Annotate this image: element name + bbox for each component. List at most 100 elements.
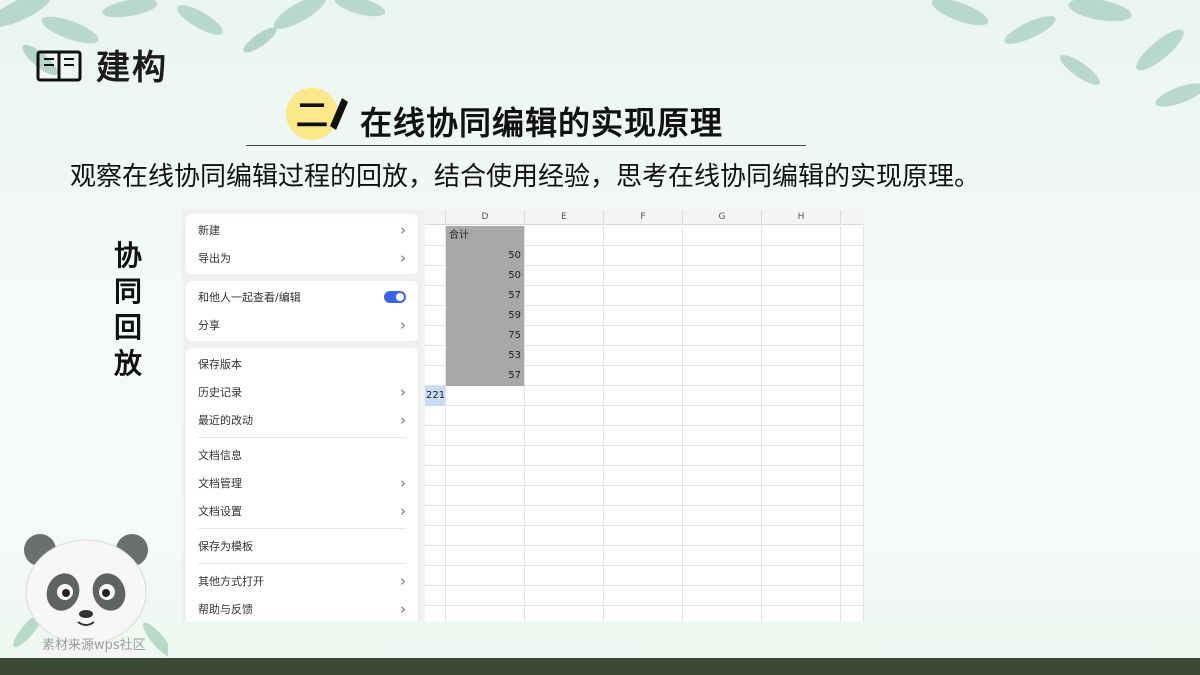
sheet-cell[interactable] [762,266,841,286]
menu-item-recent-changes[interactable]: 最近的改动 › [198,406,406,434]
sheet-cell[interactable] [446,386,525,406]
sheet-cell[interactable] [683,426,762,446]
sheet-cell[interactable] [525,506,604,526]
sheet-cell[interactable]: 75 [446,326,525,346]
sheet-cell[interactable] [841,566,864,586]
column-header-g[interactable]: G [683,210,762,225]
sheet-cell[interactable] [525,606,604,622]
sheet-cell[interactable] [762,486,841,506]
spreadsheet-grid[interactable]: D E F G H 合计 50 50 57 59 75 53 57 221 [425,210,864,622]
column-header-h[interactable]: H [762,210,841,225]
sheet-cell[interactable] [425,466,446,486]
sheet-cell[interactable] [525,386,604,406]
sheet-cell[interactable] [841,326,864,346]
sheet-cell[interactable]: 59 [446,306,525,326]
sheet-cell[interactable] [604,386,683,406]
sheet-cell[interactable] [762,406,841,426]
sheet-cell[interactable] [841,486,864,506]
sheet-cell[interactable] [604,526,683,546]
sheet-cell[interactable] [683,546,762,566]
sheet-cell[interactable] [446,606,525,622]
sheet-cell[interactable] [425,446,446,466]
sheet-cell[interactable] [841,346,864,366]
column-header-f[interactable]: F [604,210,683,225]
sheet-cell[interactable] [525,246,604,266]
sheet-cell[interactable] [762,426,841,446]
menu-item-share[interactable]: 分享 › [198,311,406,339]
sheet-cell[interactable] [604,546,683,566]
sheet-cell[interactable] [525,306,604,326]
sheet-cell[interactable]: 57 [446,366,525,386]
sheet-cell[interactable] [425,286,446,306]
sheet-cell[interactable] [841,446,864,466]
sheet-cell[interactable] [425,366,446,386]
menu-item-doc-manage[interactable]: 文档管理 › [198,469,406,497]
sheet-cell[interactable] [604,246,683,266]
sheet-cell[interactable] [683,226,762,246]
sheet-cell[interactable] [841,286,864,306]
sheet-cell[interactable] [762,226,841,246]
sheet-cell[interactable] [762,386,841,406]
sheet-cell[interactable] [604,566,683,586]
sheet-cell[interactable] [604,406,683,426]
sheet-cell[interactable] [683,266,762,286]
sheet-cell[interactable] [525,426,604,446]
sheet-cell[interactable] [425,226,446,246]
sheet-cell[interactable] [604,306,683,326]
sheet-cell[interactable]: 合计 [446,226,525,246]
sheet-cell[interactable] [446,466,525,486]
selected-cell[interactable]: 221 [425,386,446,406]
sheet-cell[interactable] [683,566,762,586]
sheet-cell[interactable] [425,426,446,446]
menu-item-export[interactable]: 导出为 › [198,244,406,272]
sheet-cell[interactable] [762,286,841,306]
sheet-cell[interactable] [841,246,864,266]
sheet-cell[interactable] [525,466,604,486]
sheet-cell[interactable] [425,566,446,586]
sheet-cell[interactable] [762,526,841,546]
sheet-cell[interactable] [446,426,525,446]
sheet-cell[interactable] [425,526,446,546]
sheet-cell[interactable] [425,306,446,326]
sheet-cell[interactable] [683,286,762,306]
sheet-cell[interactable] [604,426,683,446]
sheet-cell[interactable] [525,226,604,246]
sheet-cell[interactable] [762,446,841,466]
sheet-cell[interactable] [762,346,841,366]
sheet-cell[interactable] [604,286,683,306]
sheet-cell[interactable] [525,326,604,346]
sheet-cell[interactable] [683,466,762,486]
sheet-cell[interactable] [425,506,446,526]
sheet-cell[interactable] [841,546,864,566]
sheet-cell[interactable] [525,286,604,306]
sheet-cell[interactable] [525,526,604,546]
sheet-cell[interactable] [841,366,864,386]
sheet-cell[interactable] [683,246,762,266]
sheet-cell[interactable]: 53 [446,346,525,366]
sheet-cell[interactable]: 50 [446,246,525,266]
sheet-cell[interactable] [425,486,446,506]
sheet-cell[interactable] [604,466,683,486]
sheet-cell[interactable] [683,606,762,622]
sheet-cell[interactable] [762,506,841,526]
sheet-cell[interactable] [425,546,446,566]
sheet-cell[interactable] [525,366,604,386]
sheet-cell[interactable] [841,386,864,406]
sheet-cell[interactable] [525,566,604,586]
sheet-cell[interactable] [683,346,762,366]
column-header-d[interactable]: D [446,210,525,225]
sheet-cell[interactable] [425,346,446,366]
sheet-cell[interactable] [604,226,683,246]
sheet-cell[interactable] [683,486,762,506]
sheet-cell[interactable] [841,306,864,326]
sheet-cell[interactable] [841,266,864,286]
sheet-cell[interactable] [762,466,841,486]
sheet-cell[interactable] [841,506,864,526]
sheet-cell[interactable] [604,366,683,386]
menu-item-help[interactable]: 帮助与反馈 › [198,595,406,622]
sheet-cell[interactable] [841,226,864,246]
sheet-cell[interactable] [604,346,683,366]
sheet-cell[interactable]: 57 [446,286,525,306]
sheet-cell[interactable] [841,406,864,426]
sheet-cell[interactable] [425,326,446,346]
